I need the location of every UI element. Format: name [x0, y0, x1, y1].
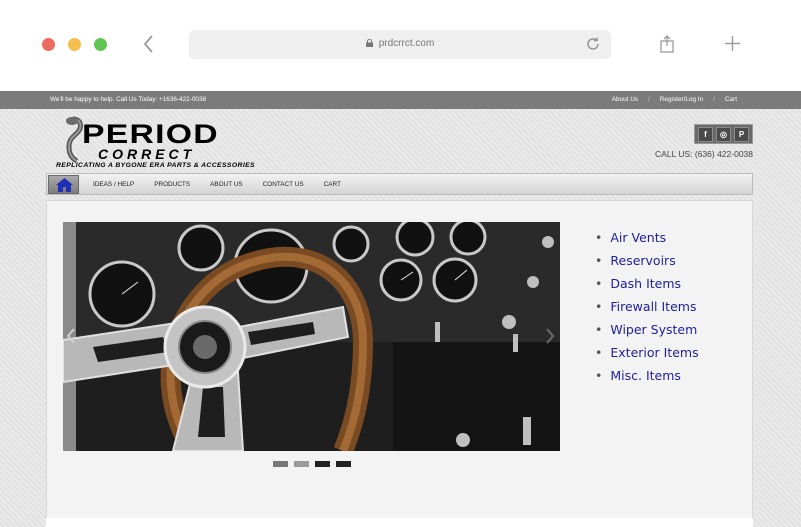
url-text: prdcrrct.com [378, 38, 435, 49]
content-footer-strip [46, 518, 753, 527]
register-login-link[interactable]: Register/Log In [660, 96, 703, 103]
category-item[interactable]: • Dash Items [595, 272, 699, 295]
link-separator: / [713, 96, 715, 103]
pinterest-icon[interactable]: P [734, 127, 749, 142]
slider-dot[interactable] [315, 461, 330, 467]
lock-icon [365, 39, 373, 47]
category-item[interactable]: • Wiper System [595, 318, 699, 341]
help-message: We'll be happy to help. Call Us Today: +… [50, 96, 207, 103]
new-tab-icon[interactable] [724, 35, 741, 52]
home-icon [56, 178, 73, 192]
category-firewall-items[interactable]: Firewall Items [610, 299, 696, 314]
category-air-vents[interactable]: Air Vents [610, 230, 666, 245]
instagram-icon[interactable]: ◎ [716, 127, 731, 142]
site-body: PERIOD CORRECT REPLICATING A BYGONE ERA … [0, 109, 801, 527]
nav-item-ideas-help[interactable]: IDEAS / HELP [93, 181, 134, 188]
nav-item-about-us[interactable]: ABOUT US [210, 181, 243, 188]
slider-dot[interactable] [336, 461, 351, 467]
call-us-phone: CALL US: (636) 422-0038 [655, 149, 753, 159]
image-slider[interactable] [63, 222, 560, 451]
browser-chrome: prdcrrct.com [0, 0, 801, 91]
close-window-button[interactable] [42, 38, 55, 51]
nav-item-cart[interactable]: CART [324, 181, 341, 188]
facebook-icon[interactable]: f [698, 127, 713, 142]
logo-tagline: REPLICATING A BYGONE ERA PARTS & ACCESSO… [56, 162, 255, 169]
slider-next-arrow-icon[interactable] [544, 327, 556, 345]
slide-image [63, 222, 560, 451]
reload-icon[interactable] [585, 36, 601, 52]
category-dash-items[interactable]: Dash Items [610, 276, 681, 291]
cart-link[interactable]: Cart [725, 96, 737, 103]
link-separator: / [648, 96, 650, 103]
logo-title-correct: CORRECT [98, 146, 196, 162]
slider-prev-arrow-icon[interactable] [65, 327, 77, 345]
minimize-window-button[interactable] [68, 38, 81, 51]
share-icon[interactable] [659, 35, 675, 53]
slider-dot[interactable] [294, 461, 309, 467]
main-nav: IDEAS / HELP PRODUCTS ABOUT US CONTACT U… [46, 173, 753, 195]
back-arrow-icon[interactable] [140, 32, 158, 56]
category-item[interactable]: • Reservoirs [595, 249, 699, 272]
category-wiper-system[interactable]: Wiper System [610, 322, 697, 337]
slider-dot[interactable] [273, 461, 288, 467]
social-icons: f ◎ P [694, 124, 753, 144]
category-misc-items[interactable]: Misc. Items [610, 368, 681, 383]
category-item[interactable]: • Firewall Items [595, 295, 699, 318]
about-us-link[interactable]: About Us [612, 96, 638, 103]
content-panel: • Air Vents • Reservoirs • Dash Items • Fire… [46, 200, 753, 527]
top-info-bar: We'll be happy to help. Call Us Today: +… [0, 91, 801, 109]
slider-dots [273, 461, 351, 467]
home-button[interactable] [48, 175, 79, 194]
nav-item-products[interactable]: PRODUCTS [154, 181, 190, 188]
category-item[interactable]: • Exterior Items [595, 341, 699, 364]
maximize-window-button[interactable] [94, 38, 107, 51]
category-item[interactable]: • Misc. Items [595, 364, 699, 387]
category-reservoirs[interactable]: Reservoirs [610, 253, 675, 268]
nav-item-contact-us[interactable]: CONTACT US [263, 181, 304, 188]
category-list: • Air Vents • Reservoirs • Dash Items • Fire… [595, 226, 699, 387]
category-exterior-items[interactable]: Exterior Items [610, 345, 698, 360]
address-bar[interactable]: prdcrrct.com [189, 30, 611, 59]
category-item[interactable]: • Air Vents [595, 226, 699, 249]
site-logo[interactable]: PERIOD CORRECT REPLICATING A BYGONE ERA … [56, 115, 306, 173]
